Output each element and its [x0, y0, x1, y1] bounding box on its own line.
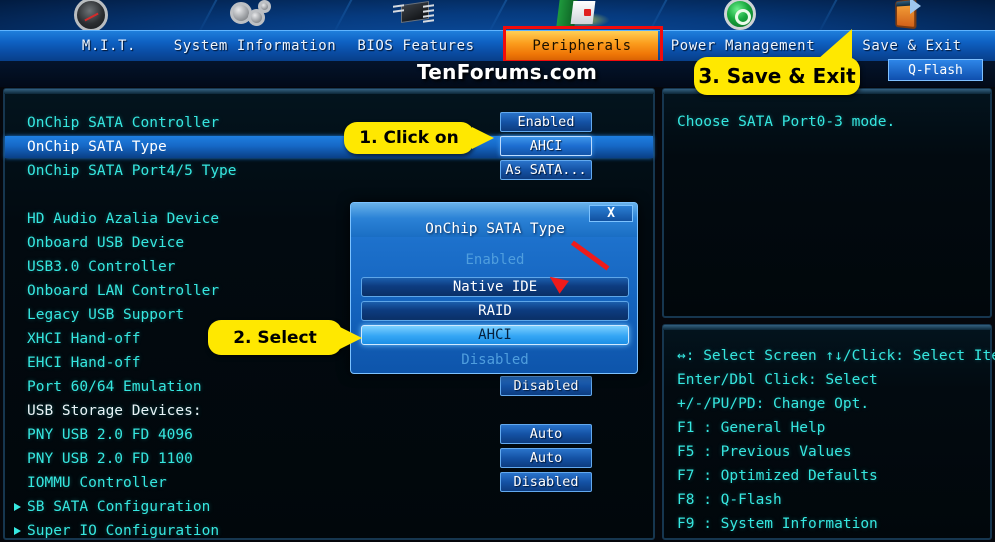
row-label: IOMMU Controller	[27, 475, 167, 491]
dialog-option-ahci[interactable]: AHCI	[361, 325, 629, 345]
callout-text: 3. Save & Exit	[698, 64, 856, 88]
callout-3-save-and-exit: 3. Save & Exit	[694, 29, 860, 95]
red-arrow-annotation	[545, 240, 610, 300]
row-label: PNY USB 2.0 FD 4096	[27, 427, 193, 443]
callout-2-select: 2. Select	[208, 320, 362, 355]
tab-save-and-exit[interactable]: Save & Exit	[836, 31, 988, 62]
dialog-title: OnChip SATA Type	[425, 221, 565, 237]
row-label: HD Audio Azalia Device	[27, 211, 220, 227]
row-usb-storage-devices-header: USB Storage Devices:	[5, 400, 653, 422]
value-onchip-sata-controller[interactable]: Enabled	[500, 112, 592, 132]
key-legend-line: F8 : Q-Flash	[677, 492, 782, 508]
row-sb-sata-configuration[interactable]: SB SATA Configuration	[5, 496, 653, 518]
peripherals-tab-highlight-box	[503, 26, 663, 63]
row-label: USB Storage Devices:	[27, 403, 202, 419]
dialog-option-disabled: Disabled	[461, 352, 529, 368]
value-onchip-sata-type[interactable]: AHCI	[500, 136, 592, 156]
row-label: OnChip SATA Controller	[27, 115, 220, 131]
top-banner	[0, 0, 995, 30]
key-legend-line: F9 : System Information	[677, 516, 878, 532]
callout-text: 2. Select	[233, 327, 317, 348]
dialog-option-raid[interactable]: RAID	[361, 301, 629, 321]
row-label: USB3.0 Controller	[27, 259, 176, 275]
key-legend-line: F1 : General Help	[677, 420, 826, 436]
key-legend-line: F5 : Previous Values	[677, 444, 852, 460]
close-icon[interactable]: X	[589, 205, 633, 222]
bios-screen: M.I.T. System Information BIOS Features …	[0, 0, 995, 542]
banner-icon-row	[0, 0, 995, 30]
key-legend-line: +/-/PU/PD: Change Opt.	[677, 396, 870, 412]
callout-tail	[472, 127, 494, 149]
row-super-io-configuration[interactable]: Super IO Configuration	[5, 520, 653, 542]
row-label: Onboard LAN Controller	[27, 283, 220, 299]
submenu-arrow-icon	[14, 503, 21, 511]
callout-tail	[340, 326, 362, 349]
key-legend-line: ↔: Select Screen ↑↓/Click: Select Item	[677, 348, 995, 364]
gears-icon	[222, 0, 280, 30]
row-label: Port 60/64 Emulation	[27, 379, 202, 395]
key-legend-line: Enter/Dbl Click: Select	[677, 372, 878, 388]
row-label: Super IO Configuration	[27, 523, 220, 539]
row-label: SB SATA Configuration	[27, 499, 211, 515]
q-flash-button[interactable]: Q-Flash	[888, 59, 983, 81]
help-text: Choose SATA Port0-3 mode.	[677, 114, 896, 130]
exit-door-icon	[878, 0, 936, 30]
row-label: Onboard USB Device	[27, 235, 185, 251]
tab-system-information[interactable]: System Information	[160, 31, 350, 62]
row-label: OnChip SATA Port4/5 Type	[27, 163, 237, 179]
value-port-6064-emulation[interactable]: Disabled	[500, 376, 592, 396]
row-label: Legacy USB Support	[27, 307, 185, 323]
callout-text: 1. Click on	[359, 128, 459, 148]
chip-icon	[385, 0, 443, 30]
value-iommu-controller[interactable]: Disabled	[500, 472, 592, 492]
row-label: PNY USB 2.0 FD 1100	[27, 451, 193, 467]
callout-1-click-on: 1. Click on	[344, 122, 494, 154]
power-icon	[712, 0, 770, 30]
key-legend-panel: ↔: Select Screen ↑↓/Click: Select Item E…	[662, 324, 995, 540]
value-pny-usb-fd-1100[interactable]: Auto	[500, 448, 592, 468]
key-legend-line: F7 : Optimized Defaults	[677, 468, 878, 484]
row-label: OnChip SATA Type	[27, 139, 167, 155]
tab-bios-features[interactable]: BIOS Features	[326, 31, 506, 62]
value-pny-usb-fd-4096[interactable]: Auto	[500, 424, 592, 444]
row-label: EHCI Hand-off	[27, 355, 141, 371]
value-onchip-sata-port45-type[interactable]: As SATA...	[500, 160, 592, 180]
tenforums-watermark: TenForums.com	[417, 60, 598, 84]
callout-tail	[818, 29, 852, 59]
row-label: XHCI Hand-off	[27, 331, 141, 347]
submenu-arrow-icon	[14, 527, 21, 535]
gauge-icon	[62, 0, 120, 30]
help-panel: Choose SATA Port0-3 mode.	[662, 88, 992, 318]
